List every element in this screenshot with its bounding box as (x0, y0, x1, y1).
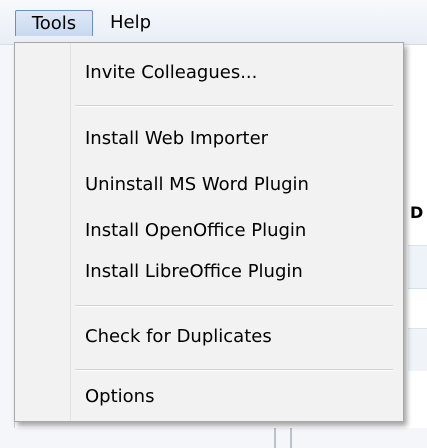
background-row-band (408, 245, 427, 289)
background-panel-right (408, 188, 427, 428)
menu-separator (75, 105, 393, 107)
menu-item-uninstall-ms-word-plugin[interactable]: Uninstall MS Word Plugin (85, 171, 309, 199)
background-column-header-fragment: D (410, 203, 424, 222)
tools-dropdown-menu: Invite Colleagues... Install Web Importe… (14, 42, 404, 422)
menu-bar: Tools Help (0, 0, 427, 45)
menu-item-install-libreoffice-plugin[interactable]: Install LibreOffice Plugin (85, 258, 303, 286)
background-panel-left (0, 44, 15, 434)
menu-item-options[interactable]: Options (85, 383, 154, 411)
menu-separator (75, 369, 393, 371)
menu-item-install-openoffice-plugin[interactable]: Install OpenOffice Plugin (85, 217, 306, 245)
menu-tools[interactable]: Tools (15, 10, 93, 36)
menu-item-install-web-importer[interactable]: Install Web Importer (85, 125, 268, 153)
menu-separator (75, 305, 393, 307)
background-bottom-strip (0, 428, 427, 448)
menu-help[interactable]: Help (104, 10, 157, 36)
menu-item-invite-colleagues[interactable]: Invite Colleagues... (85, 59, 257, 87)
menu-item-check-for-duplicates[interactable]: Check for Duplicates (85, 323, 272, 351)
background-row-band-2 (408, 328, 427, 371)
background-splitter-handle[interactable] (274, 428, 292, 448)
